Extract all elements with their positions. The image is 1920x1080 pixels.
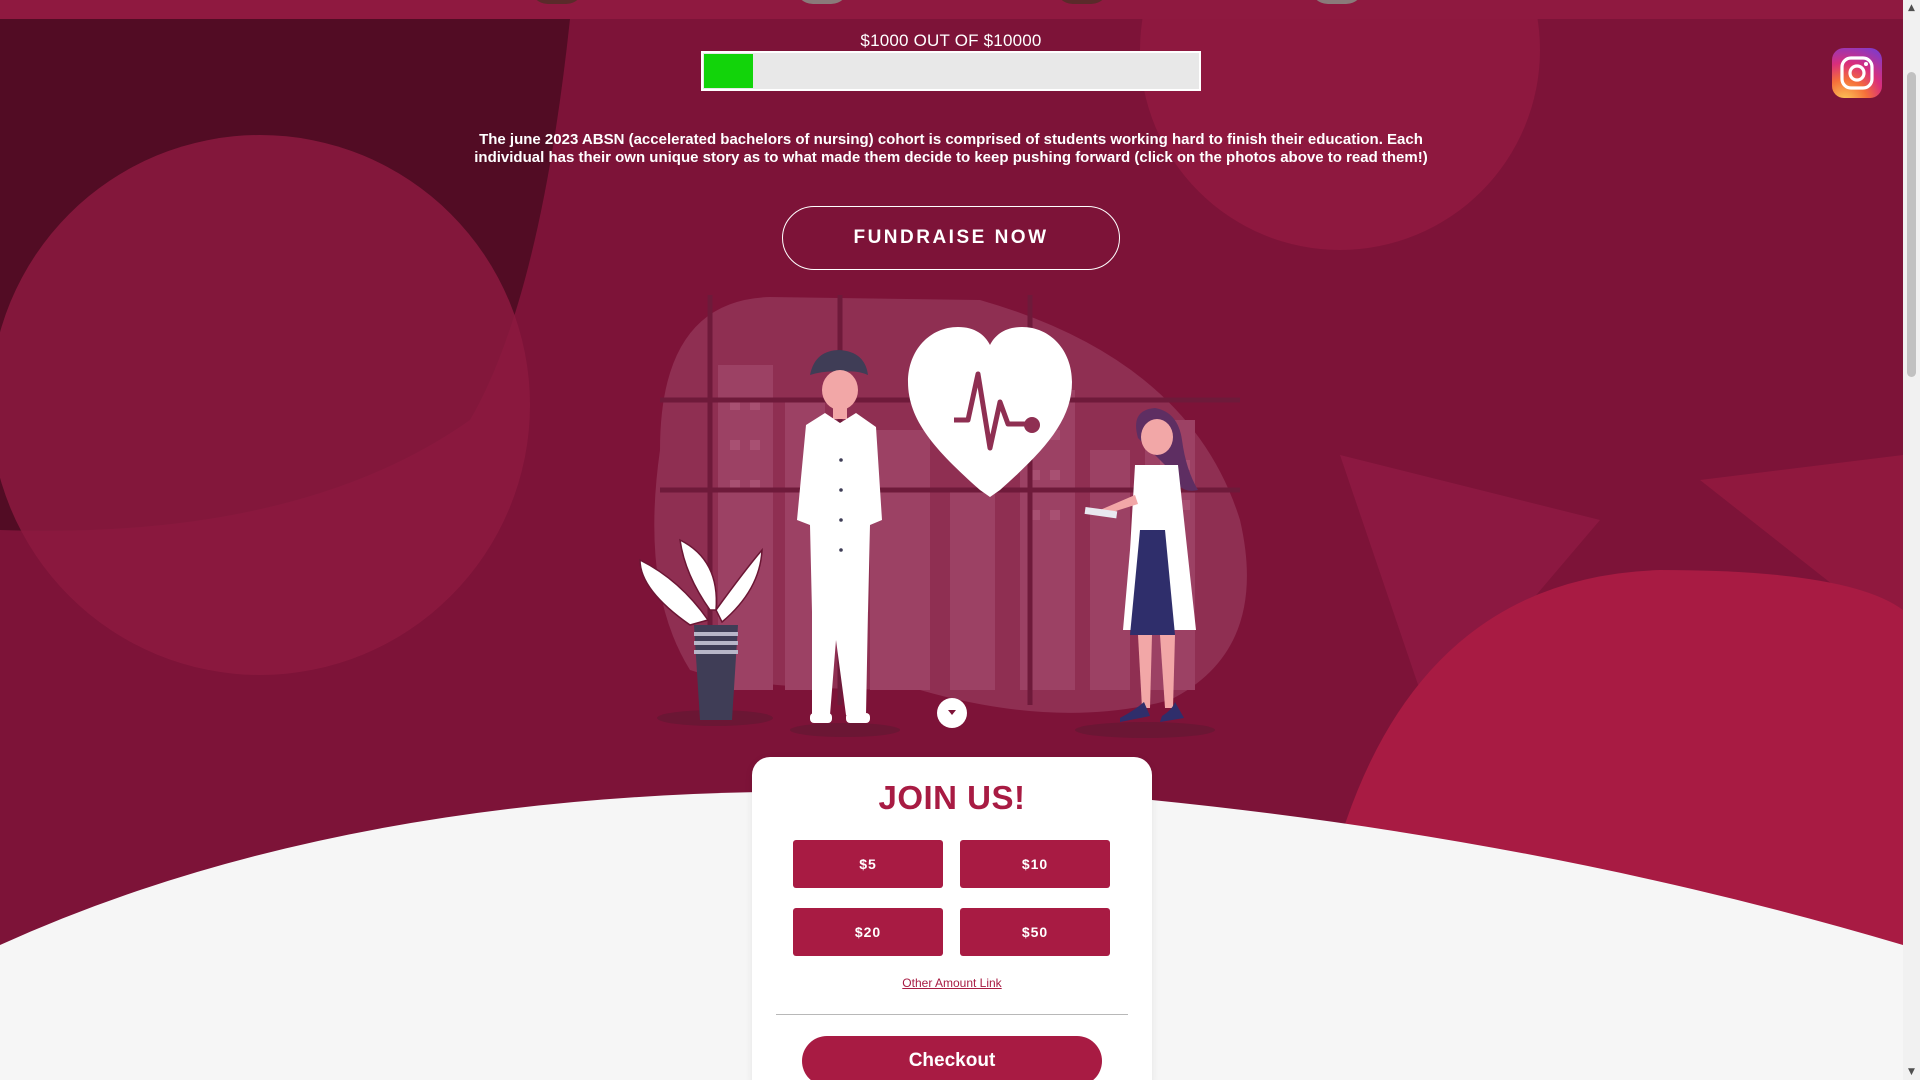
amount-button-50[interactable]: $50 bbox=[960, 908, 1110, 956]
student-photo[interactable] bbox=[530, 0, 584, 4]
chevron-down-icon bbox=[948, 710, 956, 715]
instagram-icon[interactable] bbox=[1832, 48, 1882, 98]
checkout-button[interactable]: Checkout bbox=[802, 1036, 1102, 1080]
join-us-heading: JOIN US! bbox=[878, 779, 1026, 816]
progress-fill bbox=[704, 54, 753, 88]
card-divider bbox=[776, 1014, 1128, 1015]
page-scrollbar[interactable]: ▲ ▼ bbox=[1903, 0, 1920, 1080]
progress-bar bbox=[701, 51, 1201, 91]
doctors-illustration bbox=[639, 295, 1247, 738]
scroll-down-arrow-icon[interactable]: ▼ bbox=[1903, 1064, 1920, 1080]
scroll-up-arrow-icon[interactable]: ▲ bbox=[1903, 0, 1920, 16]
progress-label: $1000 OUT OF $10000 bbox=[860, 31, 1042, 50]
student-photo[interactable] bbox=[1055, 0, 1109, 4]
student-photo[interactable] bbox=[1310, 0, 1364, 4]
scroll-down-button[interactable] bbox=[937, 698, 967, 728]
donation-card: JOIN US! $5 $10 $20 $50 Other Amount Lin… bbox=[752, 757, 1152, 1080]
other-amount-link[interactable]: Other Amount Link bbox=[752, 976, 1152, 990]
amount-button-10[interactable]: $10 bbox=[960, 840, 1110, 888]
scrollbar-thumb[interactable] bbox=[1907, 72, 1916, 377]
amount-button-5[interactable]: $5 bbox=[793, 840, 943, 888]
amount-button-20[interactable]: $20 bbox=[793, 908, 943, 956]
cohort-description: The june 2023 ABSN (accelerated bachelor… bbox=[474, 131, 1428, 166]
photo-strip bbox=[0, 0, 1903, 19]
page: $1000 OUT OF $10000 The june 2023 ABSN (… bbox=[0, 0, 1903, 1080]
fundraise-now-button[interactable]: FUNDRAISE NOW bbox=[782, 206, 1120, 270]
student-photo[interactable] bbox=[795, 0, 849, 4]
